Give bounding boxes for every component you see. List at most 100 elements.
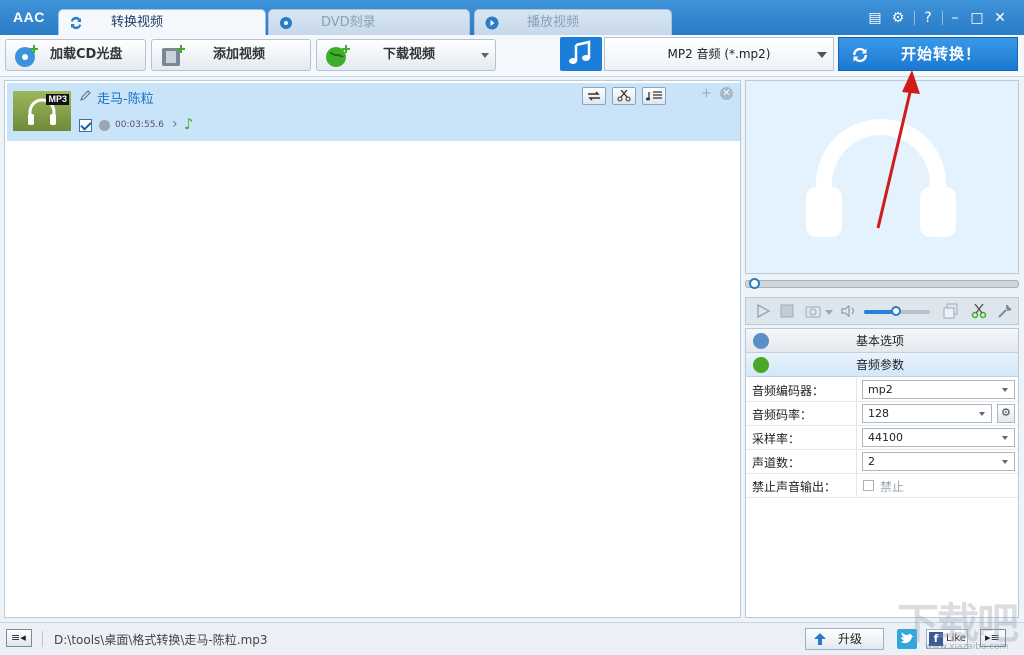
notes-icon[interactable]: ▤ (867, 10, 883, 26)
play-icon (485, 16, 499, 30)
list-icon: ▸≡ (985, 631, 1000, 644)
chevron-right-icon[interactable]: › (172, 116, 178, 132)
playlist-icon (646, 90, 664, 102)
divider (42, 631, 43, 647)
upgrade-button[interactable]: 升级 (805, 628, 884, 650)
gear-icon: ⚙ (1001, 406, 1011, 419)
section-label: 音频参数 (856, 353, 904, 377)
settings-panel: 基本选项 音频参数 音频编码器： mp2 音频码率： 128 ⚙ 采样率： 44… (745, 328, 1019, 618)
toggle-list-button[interactable]: ≡◂ (6, 629, 32, 647)
pencil-icon[interactable] (79, 90, 91, 102)
channels-select[interactable]: 2 (862, 452, 1015, 471)
snapshot-icon[interactable] (804, 302, 822, 320)
maximize-icon[interactable]: □ (969, 10, 985, 26)
convert-icon (69, 16, 83, 30)
disable-audio-label: 禁止 (880, 478, 904, 495)
load-cd-button[interactable]: 加载CD光盘 (5, 39, 146, 71)
list-icon: ≡◂ (11, 631, 26, 644)
tab-label: 转换视频 (111, 15, 163, 30)
music-format-icon[interactable] (560, 37, 602, 71)
output-format-select[interactable]: MP2 音频 (*.mp2) (604, 37, 834, 71)
tab-play-video[interactable]: 播放视频 (474, 9, 672, 35)
facebook-icon: f (929, 632, 943, 646)
chevron-down-icon (817, 52, 827, 58)
setting-value: 44100 (868, 431, 903, 444)
volume-handle[interactable] (891, 306, 901, 316)
convert-settings-button[interactable] (582, 87, 606, 105)
clock-icon (99, 120, 110, 131)
chevron-down-icon[interactable] (481, 53, 489, 58)
seek-slider[interactable] (745, 280, 1019, 288)
sample-rate-row: 采样率： 44100 (746, 426, 1018, 450)
music-note-icon (560, 37, 602, 71)
format-badge: MP3 (46, 94, 69, 105)
status-bar: ≡◂ D:\tools\桌面\格式转换\走马-陈粒.mp3 升级 f Like … (0, 622, 1024, 655)
divider (856, 378, 857, 402)
scissors-icon[interactable] (970, 302, 988, 320)
file-name[interactable]: 走马-陈粒 (97, 88, 154, 107)
player-controls (745, 297, 1019, 325)
seek-handle[interactable] (749, 278, 760, 289)
setting-label: 采样率： (752, 430, 800, 447)
cut-button[interactable] (612, 87, 636, 105)
twitter-icon[interactable] (897, 629, 917, 649)
upload-arrow-icon (812, 631, 828, 647)
stop-icon[interactable] (778, 302, 796, 320)
audio-encoder-row: 音频编码器： mp2 (746, 378, 1018, 402)
tab-convert-video[interactable]: 转换视频 (58, 9, 266, 35)
disable-audio-row: 禁止声音输出： 禁止 (746, 474, 1018, 498)
file-duration: 00:03:55.6 (115, 120, 164, 130)
sample-rate-select[interactable]: 44100 (862, 428, 1015, 447)
divider (942, 11, 943, 25)
wrench-icon[interactable] (996, 302, 1014, 320)
add-video-label: 添加视频 (213, 40, 265, 70)
title-bar: AAC 转换视频 DVD刻录 播放视频 ▤ ⚙ ? – □ ✕ (0, 0, 1024, 35)
download-video-label: 下载视频 (383, 40, 435, 70)
cd-add-icon (14, 44, 40, 68)
volume-slider[interactable] (864, 310, 930, 314)
divider (856, 402, 857, 426)
list-item[interactable]: MP3 走马-陈粒 00:03:55.6 › ♪ + ✕ (7, 83, 740, 141)
scissors-icon (616, 90, 632, 102)
gear-icon[interactable]: ⚙ (890, 10, 906, 26)
audio-encoder-select[interactable]: mp2 (862, 380, 1015, 399)
chevron-down-icon[interactable] (825, 310, 833, 315)
file-checkbox[interactable] (79, 119, 92, 132)
basic-options-section[interactable]: 基本选项 (746, 329, 1018, 353)
toggle-panel-button[interactable]: ▸≡ (980, 629, 1006, 647)
music-note-icon[interactable]: ♪ (184, 115, 194, 133)
audio-track-button[interactable] (642, 87, 666, 105)
bitrate-settings-button[interactable]: ⚙ (997, 404, 1015, 423)
help-icon[interactable]: ? (920, 10, 936, 26)
facebook-like-button[interactable]: f Like (926, 629, 968, 649)
volume-icon[interactable] (840, 302, 858, 320)
load-cd-label: 加载CD光盘 (50, 40, 122, 70)
start-convert-button[interactable]: 开始转换！ (838, 37, 1018, 71)
play-icon[interactable] (754, 302, 772, 320)
remove-file-icon[interactable]: ✕ (720, 87, 733, 100)
tab-label: 播放视频 (527, 15, 579, 30)
download-video-button[interactable]: 下载视频 (316, 39, 496, 71)
upgrade-label: 升级 (838, 629, 862, 649)
divider (914, 11, 915, 25)
file-list[interactable]: MP3 走马-陈粒 00:03:55.6 › ♪ + ✕ (4, 80, 741, 618)
tab-dvd-burn[interactable]: DVD刻录 (268, 9, 470, 35)
add-video-button[interactable]: 添加视频 (151, 39, 311, 71)
minimize-icon[interactable]: – (947, 10, 963, 26)
chevron-down-icon (1002, 388, 1008, 392)
file-thumbnail: MP3 (13, 91, 71, 131)
start-convert-label: 开始转换！ (901, 38, 981, 70)
copy-icon[interactable] (942, 302, 960, 320)
setting-label: 声道数： (752, 454, 800, 471)
close-icon[interactable]: ✕ (992, 10, 1008, 26)
headphones-icon (796, 109, 966, 239)
wrench-icon (753, 333, 769, 349)
chevron-down-icon (979, 412, 985, 416)
expand-icon[interactable]: + (701, 86, 712, 101)
audio-bitrate-select[interactable]: 128 (862, 404, 992, 423)
setting-value: 2 (868, 455, 875, 468)
like-label: Like (946, 630, 966, 648)
audio-params-section[interactable]: 音频参数 (746, 353, 1018, 377)
swap-icon (586, 90, 602, 102)
disable-audio-checkbox[interactable] (863, 480, 874, 491)
